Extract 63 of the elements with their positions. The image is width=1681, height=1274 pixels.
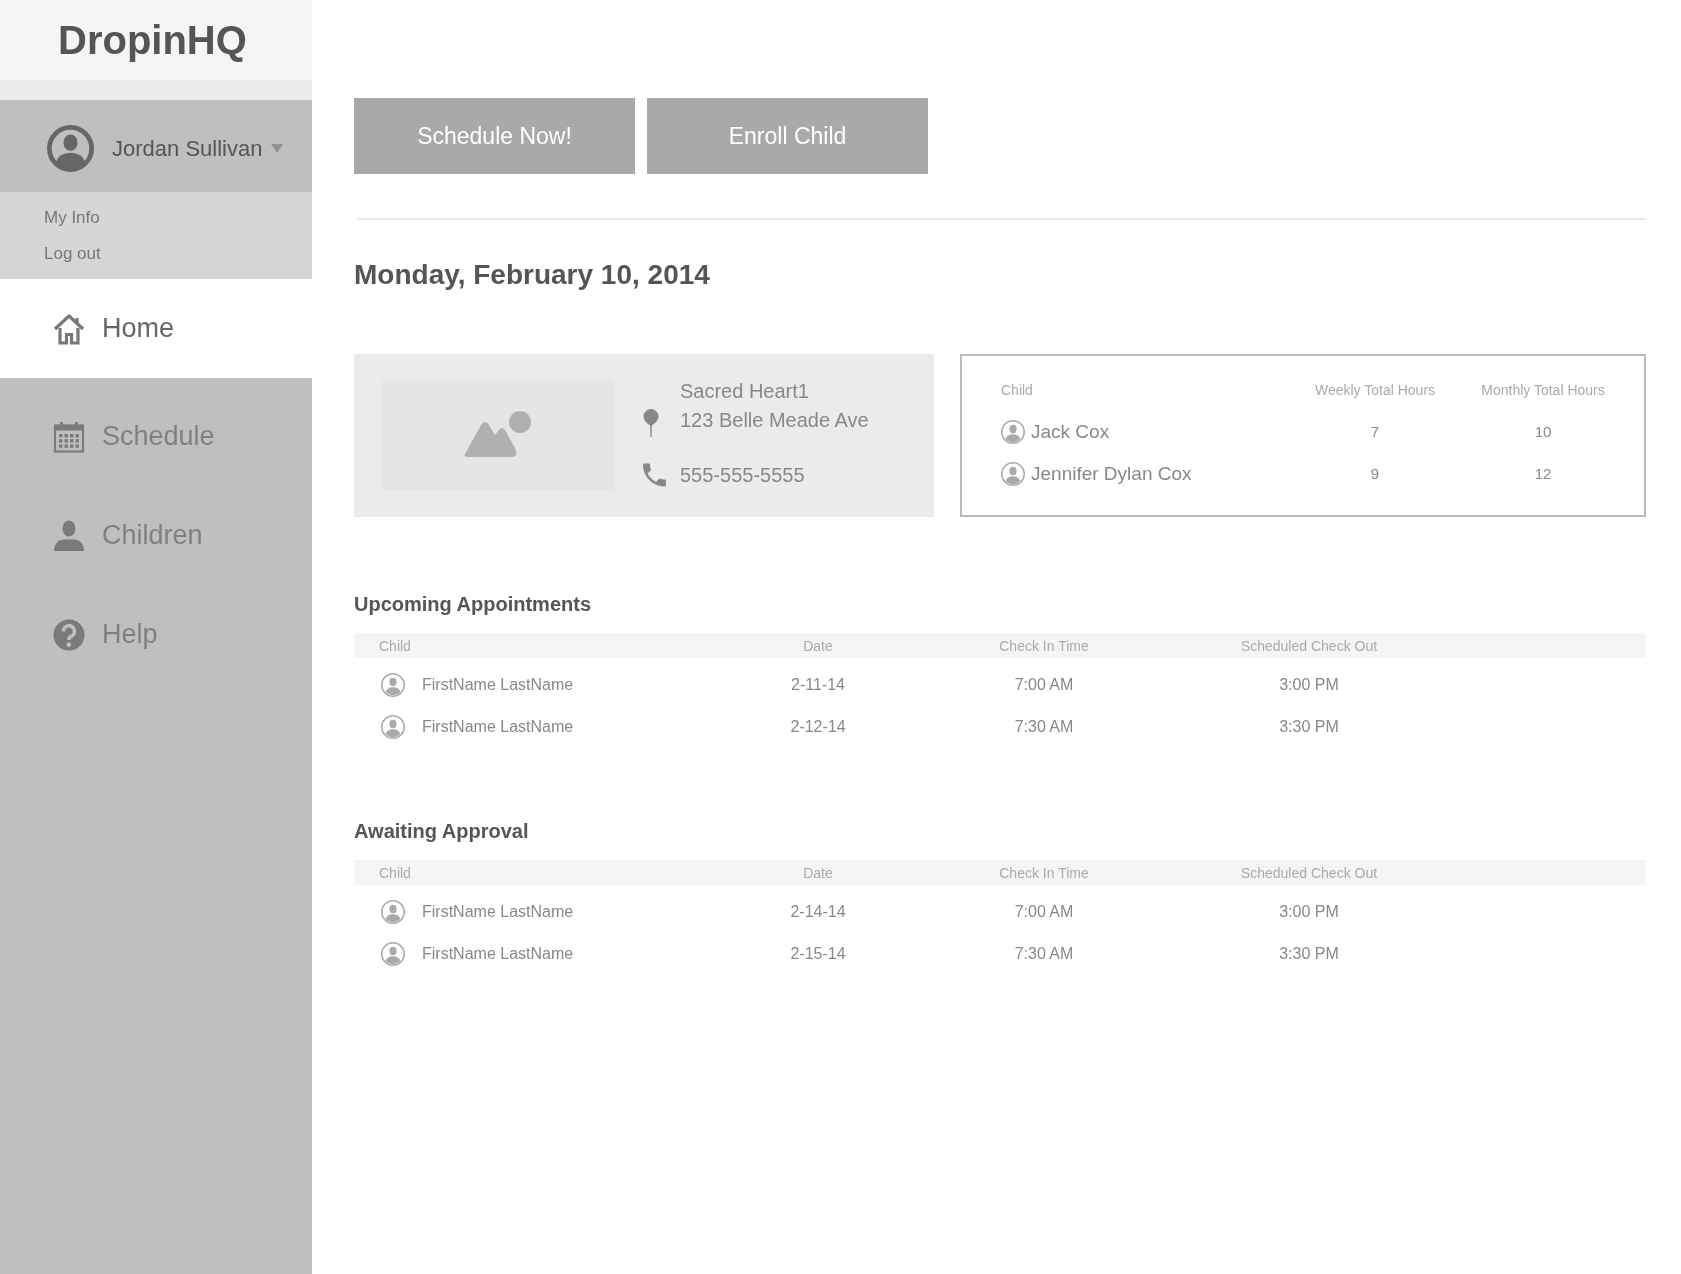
column-header: Child [379, 864, 411, 881]
column-header: Child [1001, 381, 1033, 399]
child-name: FirstName LastName [422, 718, 574, 736]
phone-icon [643, 463, 666, 487]
child-name: FirstName LastName [422, 903, 574, 921]
child-name: FirstName LastName [422, 945, 574, 963]
column-header: Weekly Total Hours [1314, 381, 1436, 399]
avatar-icon [1001, 462, 1025, 486]
person-icon [52, 519, 86, 552]
nav-item[interactable]: Help [0, 585, 312, 684]
avatar-icon [1001, 420, 1025, 444]
nav-item[interactable]: Home [0, 279, 312, 378]
table-cell: 2-12-14 [790, 718, 846, 736]
date-heading: Monday, February 10, 2014 [354, 258, 710, 292]
table-cell: 7:30 AM [1014, 718, 1074, 736]
column-header: Scheduled Check Out [1240, 864, 1378, 881]
column-header: Check In Time [999, 864, 1089, 881]
caret-icon [271, 144, 284, 153]
map-pin-icon [643, 409, 659, 437]
table-cell: 3:30 PM [1279, 718, 1339, 736]
table-cell: 7:30 AM [1014, 945, 1074, 963]
nav-item[interactable]: Schedule [0, 387, 312, 486]
column-header: Check In Time [999, 637, 1089, 654]
table-cell-text: 7 [1370, 422, 1380, 442]
avatar-icon [381, 942, 405, 966]
action-button[interactable]: Schedule Now! [354, 98, 635, 174]
table-cell: 7:00 AM [1014, 903, 1074, 921]
table-cell: 3:30 PM [1279, 945, 1339, 963]
logo-text: DropinHQ [58, 17, 247, 63]
table-cell: 7:00 AM [1014, 676, 1074, 694]
avatar-icon [381, 715, 405, 739]
section-title: Upcoming Appointments [354, 592, 592, 616]
table-cell-text: 12 [1534, 464, 1552, 484]
mountain-icon [464, 410, 532, 460]
table-cell: 2-15-14 [790, 945, 846, 963]
table-cell: 3:00 PM [1279, 903, 1339, 921]
table-cell-text: 9 [1370, 464, 1380, 484]
table-cell: 3:00 PM [1279, 676, 1339, 694]
table-cell: 2-11-14 [791, 676, 845, 694]
column-header: Scheduled Check Out [1240, 637, 1378, 654]
column-header: Date [803, 637, 833, 654]
avatar-icon [47, 125, 94, 172]
location-name: Sacred Heart1 [680, 379, 810, 403]
calendar-icon [52, 420, 86, 453]
child-name: FirstName LastName [422, 676, 574, 694]
house-icon [52, 312, 86, 345]
child-name: Jack Cox [1031, 421, 1110, 443]
avatar-icon [381, 900, 405, 924]
column-header: Monthly Total Hours [1481, 381, 1605, 399]
submenu-link[interactable]: Log out [44, 244, 101, 264]
location-address: 123 Belle Meade Ave [680, 408, 869, 432]
column-header: Date [803, 864, 833, 881]
table-cell: 2-14-14 [790, 903, 846, 921]
child-name: Jennifer Dylan Cox [1031, 463, 1192, 485]
nav-item[interactable]: Children [0, 486, 312, 585]
column-header: Child [379, 637, 411, 654]
section-title: Awaiting Approval [354, 819, 529, 843]
avatar-icon [381, 673, 405, 697]
location-phone: 555-555-5555 [680, 463, 806, 487]
submenu-link[interactable]: My Info [44, 208, 100, 228]
help-icon [52, 618, 86, 651]
table-cell-text: 10 [1534, 422, 1552, 442]
action-button[interactable]: Enroll Child [647, 98, 928, 174]
